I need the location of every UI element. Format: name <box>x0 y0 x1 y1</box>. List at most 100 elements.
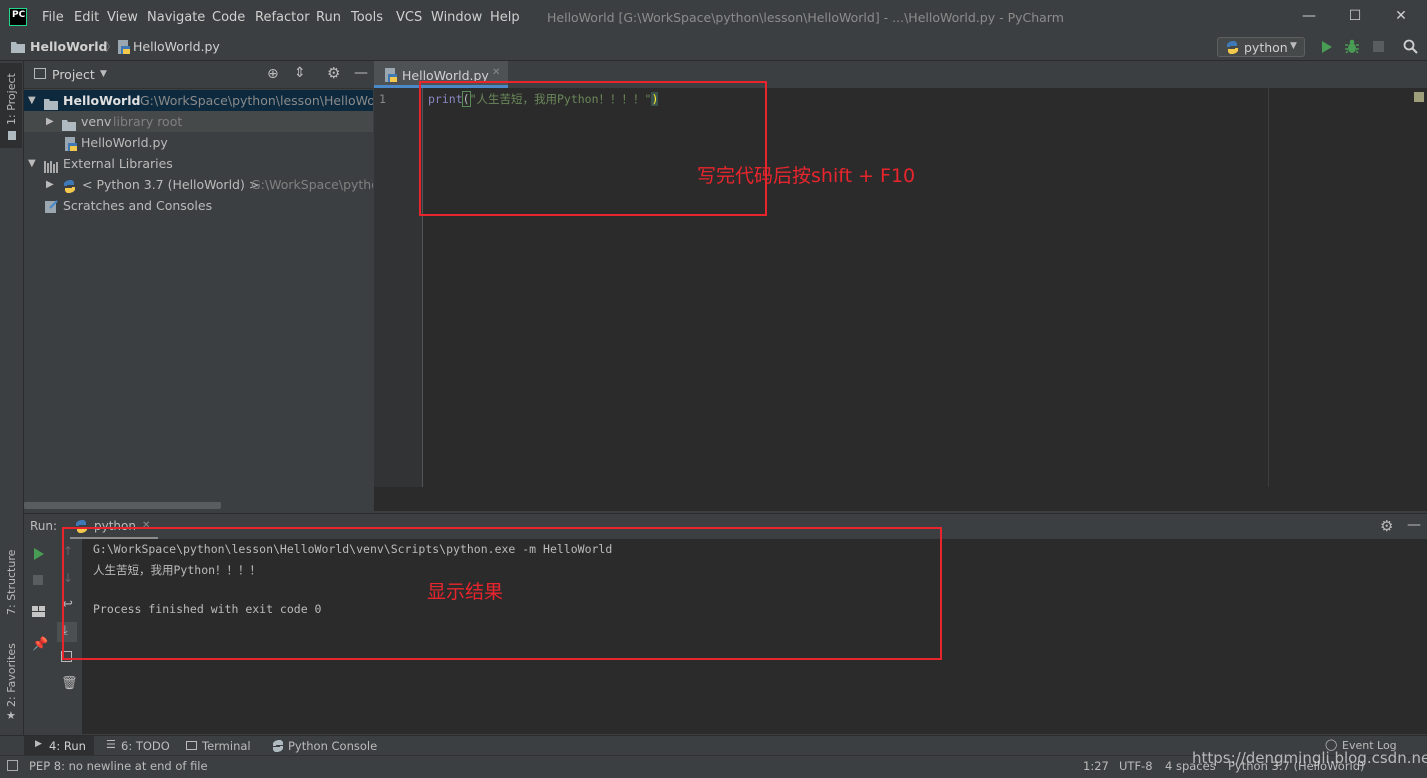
close-button[interactable]: ✕ <box>1391 6 1411 26</box>
tree-item-venv[interactable]: ▶ venv library root <box>24 111 373 132</box>
menu-navigate[interactable]: Navigate <box>147 10 205 25</box>
gear-icon[interactable]: ⚙ <box>1380 517 1393 535</box>
rerun-icon[interactable] <box>33 547 45 564</box>
tool-tab-label: Terminal <box>202 739 251 753</box>
python-file-icon <box>64 136 77 153</box>
star-icon: ★ <box>6 709 16 722</box>
tool-tab-label: Python Console <box>288 739 378 753</box>
menu-window[interactable]: Window <box>431 10 482 25</box>
maximize-button[interactable]: ☐ <box>1345 6 1365 26</box>
horizontal-scrollbar[interactable] <box>24 502 221 509</box>
project-panel: Project ▼ ⊕ ⇕ ⚙ — ▼ HelloWorld G:\WorkSp… <box>24 61 373 511</box>
terminal-icon <box>186 741 197 750</box>
title-bar: PC File Edit View Navigate Code Refactor… <box>0 0 1427 34</box>
stop-icon[interactable] <box>1373 41 1384 52</box>
navigation-bar: HelloWorld 〉 HelloWorld.py python ▼ <box>0 34 1427 61</box>
scratches-icon <box>44 199 58 216</box>
tool-tab-run[interactable]: ▶ 4: Run <box>24 736 94 756</box>
menu-run[interactable]: Run <box>316 10 341 25</box>
library-icon <box>44 158 58 174</box>
file-encoding[interactable]: UTF-8 <box>1119 759 1153 773</box>
menu-view[interactable]: View <box>107 10 138 25</box>
expanded-arrow-icon: ▼ <box>28 158 36 169</box>
breadcrumb-file[interactable]: HelloWorld.py <box>133 39 220 54</box>
search-icon[interactable] <box>1403 39 1418 57</box>
run-icon: ▶ <box>35 739 42 749</box>
tool-tab-label: 4: Run <box>49 739 86 753</box>
toggle-tool-windows-icon[interactable] <box>7 760 18 771</box>
python-file-icon <box>117 40 130 57</box>
tool-tab-todo[interactable]: ☰ 6: TODO <box>104 736 174 756</box>
structure-tool-tab[interactable]: 7: Structure <box>0 541 22 621</box>
tree-item-scratches[interactable]: Scratches and Consoles <box>24 195 373 216</box>
tree-item-label: HelloWorld <box>63 93 141 108</box>
watermark: https://dengmingli.blog.csdn.net <box>1192 749 1427 767</box>
tree-item-helloworld-py[interactable]: HelloWorld.py <box>24 132 373 153</box>
menu-tools[interactable]: Tools <box>351 10 383 25</box>
annotation-console-note: 显示结果 <box>427 581 504 603</box>
favorites-tool-tab[interactable]: 2: Favorites ★ <box>0 641 22 722</box>
python-file-icon <box>384 68 397 85</box>
right-margin-guide <box>1268 88 1269 487</box>
project-tool-tab[interactable]: 1: Project <box>0 63 22 148</box>
menu-edit[interactable]: Edit <box>74 10 99 25</box>
menu-code[interactable]: Code <box>212 10 245 25</box>
restore-layout-icon[interactable] <box>32 606 45 620</box>
run-icon[interactable] <box>1321 40 1333 57</box>
run-configuration-select[interactable]: python ▼ <box>1217 37 1305 57</box>
pycharm-logo-icon: PC <box>9 8 27 26</box>
minimize-button[interactable]: — <box>1299 6 1319 26</box>
hide-panel-icon[interactable]: — <box>1407 517 1421 533</box>
tree-item-label: External Libraries <box>63 156 173 171</box>
folder-icon <box>11 41 25 56</box>
python-logo-icon <box>63 178 76 195</box>
tree-item-label: venv <box>81 114 112 129</box>
trash-icon[interactable]: 🗑 <box>61 676 78 691</box>
tree-item-external-libraries[interactable]: ▼ External Libraries <box>24 153 373 174</box>
close-tab-icon[interactable]: ✕ <box>492 67 500 78</box>
annotation-editor-note: 写完代码后按shift + F10 <box>697 165 916 187</box>
project-tool-icon <box>8 131 16 140</box>
debug-bug-icon[interactable] <box>1345 39 1359 58</box>
annotation-box-editor <box>419 81 767 216</box>
structure-tool-label: 7: Structure <box>5 549 18 615</box>
menu-refactor[interactable]: Refactor <box>255 10 310 25</box>
inspection-status-icon[interactable] <box>1414 92 1424 102</box>
collapsed-arrow-icon: ▶ <box>46 179 54 190</box>
tree-item-path: G:\WorkSpace\python\lesson\HelloWorld <box>140 93 373 108</box>
collapsed-arrow-icon: ▶ <box>46 116 54 127</box>
tree-item-label: Scratches and Consoles <box>63 198 213 213</box>
run-configuration-label: python <box>1244 40 1288 55</box>
editor-bottom-area <box>374 487 1427 511</box>
run-toolbar-primary: 📌 <box>24 539 54 734</box>
locate-target-icon[interactable]: ⊕ <box>267 66 279 82</box>
project-view-icon <box>34 68 46 79</box>
window-title: HelloWorld [G:\WorkSpace\python\lesson\H… <box>547 10 1064 25</box>
tree-item-path: G:\WorkSpace\python <box>251 177 373 192</box>
menu-vcs[interactable]: VCS <box>396 10 422 25</box>
menu-help[interactable]: Help <box>490 10 520 25</box>
collapse-all-icon[interactable]: ⇕ <box>294 65 306 81</box>
python-logo-icon <box>1226 41 1239 57</box>
project-tool-label: 1: Project <box>5 73 18 125</box>
left-tool-strip: 1: Project 7: Structure 2: Favorites ★ <box>0 61 24 735</box>
tree-item-note: library root <box>113 114 183 129</box>
tree-item-project-root[interactable]: ▼ HelloWorld G:\WorkSpace\python\lesson\… <box>24 90 373 111</box>
chevron-down-icon: ▼ <box>1290 41 1297 51</box>
stop-icon[interactable] <box>33 575 43 585</box>
breadcrumb-project[interactable]: HelloWorld <box>30 39 107 54</box>
tree-item-label: HelloWorld.py <box>81 135 168 150</box>
menu-file[interactable]: File <box>42 10 64 25</box>
tree-item-python-sdk[interactable]: ▶ < Python 3.7 (HelloWorld) > G:\WorkSpa… <box>24 174 373 195</box>
hide-panel-icon[interactable]: — <box>354 65 368 81</box>
gear-icon[interactable]: ⚙ <box>327 64 340 82</box>
breadcrumb-separator: 〉 <box>105 40 118 54</box>
tool-tab-terminal[interactable]: Terminal <box>186 736 266 756</box>
folder-icon <box>44 95 58 111</box>
chevron-down-icon[interactable]: ▼ <box>100 69 107 79</box>
tool-tab-python-console[interactable]: Python Console <box>270 736 380 756</box>
project-view-label[interactable]: Project <box>52 67 95 82</box>
pin-icon[interactable]: 📌 <box>32 637 48 652</box>
caret-position[interactable]: 1:27 <box>1083 759 1109 773</box>
python-logo-icon <box>272 740 284 755</box>
